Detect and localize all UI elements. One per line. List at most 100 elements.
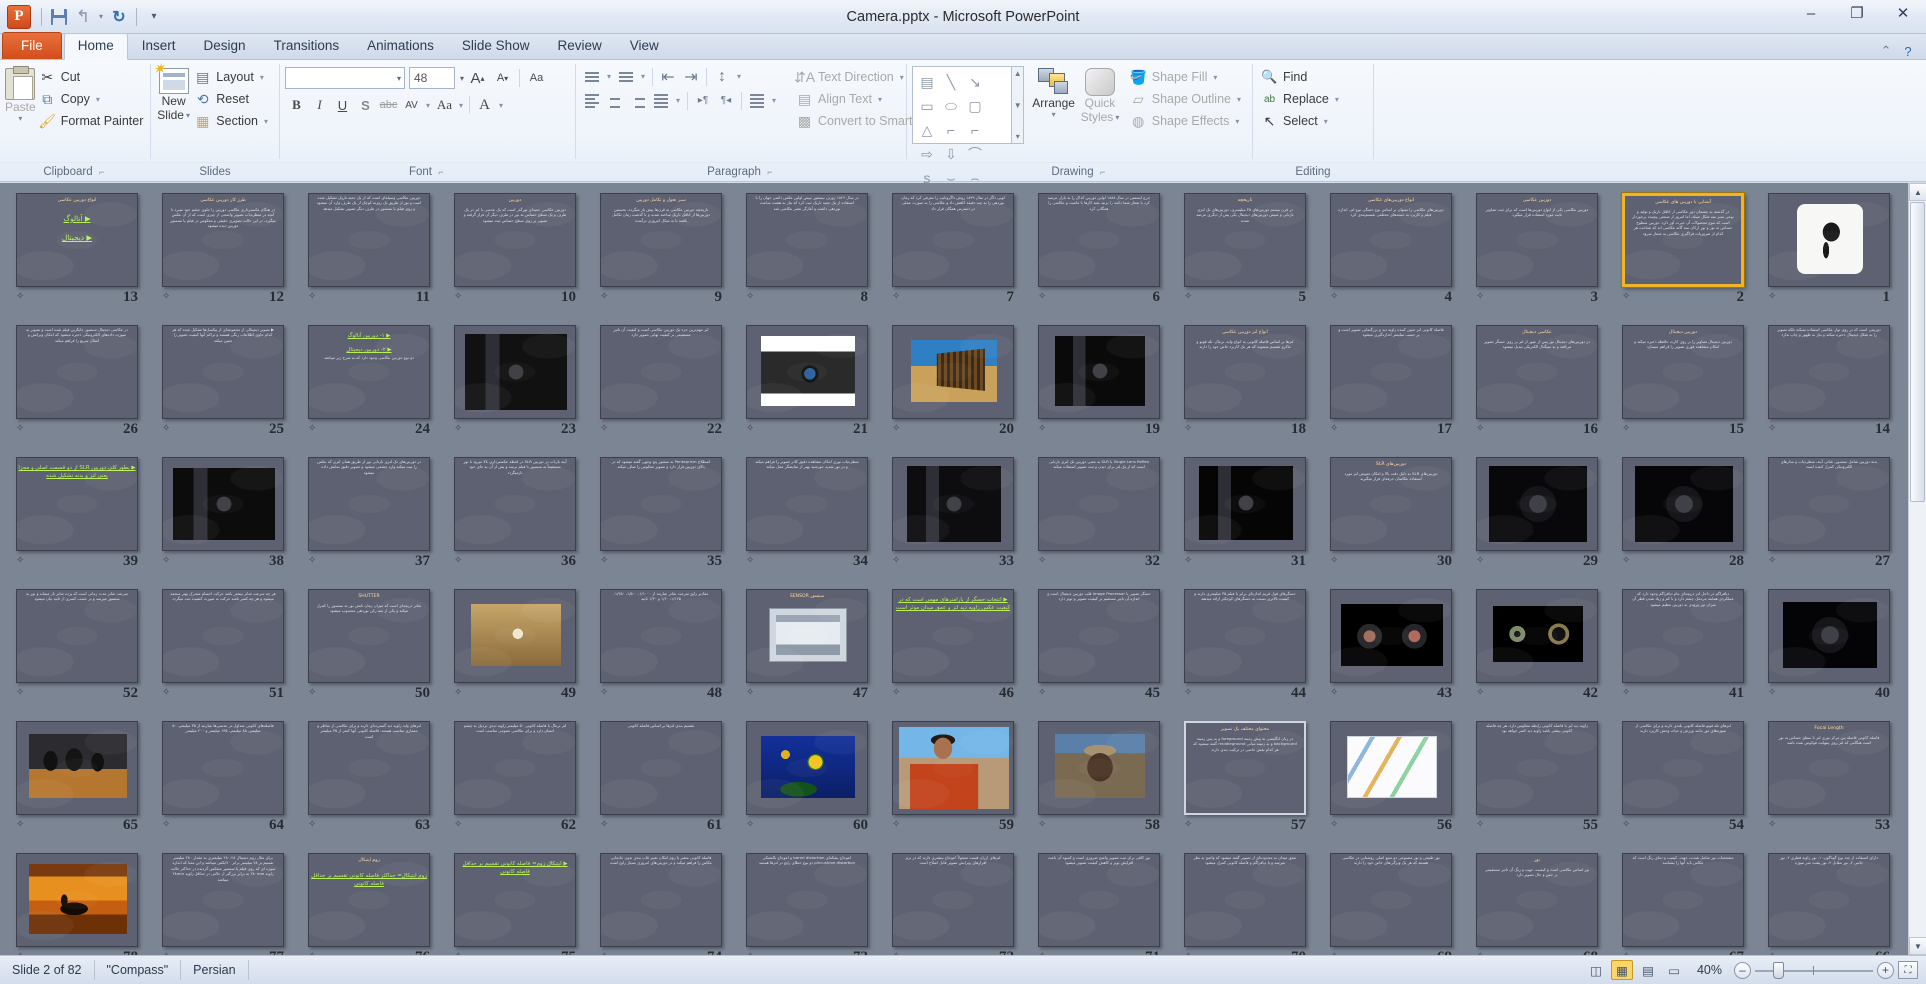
- reading-view-button[interactable]: ▤: [1637, 960, 1659, 980]
- slide-thumbnail-62[interactable]: لنز نرمال با فاصله کانونی ۵۰ میلیمتر زاو…: [442, 717, 588, 849]
- animation-icon[interactable]: ✧: [1330, 423, 1342, 435]
- animation-icon[interactable]: ✧: [16, 291, 28, 303]
- slide-preview[interactable]: [1768, 193, 1890, 287]
- slide-preview[interactable]: دوربین‌های SLR دوربین‌های SLR به دلیل دقت…: [1330, 457, 1452, 551]
- slide-preview[interactable]: دیافراگم در داخل لنز دریچه‌ای بنام دیافر…: [1622, 589, 1744, 683]
- slide-thumbnail-29[interactable]: ✧ 29: [1464, 453, 1610, 585]
- reset-button[interactable]: ⟲ Reset: [191, 88, 274, 110]
- animation-icon[interactable]: ✧: [1768, 423, 1780, 435]
- slide-preview[interactable]: [892, 721, 1014, 815]
- slide-thumbnail-34[interactable]: منظره‌یاب نوری امکان مشاهده دقیق کادر تص…: [734, 453, 880, 585]
- slide-preview[interactable]: حسگر تصویر یا Image Processor قلب دوربین…: [1038, 589, 1160, 683]
- slide-preview[interactable]: عمق میدان به محدوده‌ای از تصویر گفته میش…: [1184, 853, 1306, 947]
- animation-icon[interactable]: ✧: [1768, 819, 1780, 831]
- columns-button[interactable]: [746, 90, 768, 111]
- thumbnail-box[interactable]: جرج ایستمن در سال ۱۸۸۸ اولین دوربین کداک…: [1038, 193, 1160, 287]
- slide-sorter-view-button[interactable]: ▦: [1610, 960, 1633, 980]
- thumbnail-box[interactable]: عکاسی دیجیتال در دوربین‌های دیجیتال نور پ…: [1476, 325, 1598, 419]
- animation-icon[interactable]: ✧: [1038, 687, 1050, 699]
- slide-thumbnail-9[interactable]: سیر تحول و تکامل دوربین تاریخچه دوربین عک…: [588, 189, 734, 321]
- slide-thumbnail-76[interactable]: زوم اپتیکال زوم اپتیکال= حداکثر فاصله کان…: [296, 849, 442, 955]
- slide-preview[interactable]: عکاسی دیجیتال در دوربین‌های دیجیتال نور پ…: [1476, 325, 1598, 419]
- animation-icon[interactable]: ✧: [308, 291, 320, 303]
- zoom-level-label[interactable]: 40%: [1689, 963, 1730, 977]
- animation-icon[interactable]: ✧: [1622, 819, 1634, 831]
- animation-icon[interactable]: ✧: [162, 423, 174, 435]
- thumbnail-box[interactable]: حسگرهای فول فریم اندازه‌ای برابر با فیلم…: [1184, 589, 1306, 683]
- slide-preview[interactable]: طرز کار دوربین عکاسی در هنگام عکسبرداری ع…: [162, 193, 284, 287]
- section-button[interactable]: ▦ Section ▾: [191, 110, 274, 132]
- change-case-caret-icon[interactable]: ▾: [456, 101, 466, 110]
- slide-preview[interactable]: فاصله کانونی متغیر یا زوم امکان تغییر قا…: [600, 853, 722, 947]
- slide-preview[interactable]: لنزهای ارزان قیمت معمولاً اعوجاج بیشتری …: [892, 853, 1014, 947]
- numbering-caret-icon[interactable]: ▾: [638, 72, 648, 81]
- slide-thumbnail-50[interactable]: SHUTTER شاتر دریچه‌ای است که میزان زمان ت…: [296, 585, 442, 717]
- change-case-button[interactable]: Aa: [433, 94, 456, 116]
- thumbnail-box[interactable]: تقسیم بندی لنزها بر اساس فاصله کانونی: [600, 721, 722, 815]
- slide-thumbnail-52[interactable]: سرعت شاتر مدت زمانی است که پرده شاتر باز…: [4, 585, 150, 717]
- slide-preview[interactable]: نور نور اساس عکاسی است و کیفیت، جهت و رنگ…: [1476, 853, 1598, 947]
- thumbnail-box[interactable]: [162, 457, 284, 551]
- rtl-direction-button[interactable]: ¶◂: [715, 90, 737, 111]
- thumbnail-box[interactable]: حسگر تصویر یا Image Processor قلب دوربین…: [1038, 589, 1160, 683]
- animation-icon[interactable]: ✧: [454, 819, 466, 831]
- powerpoint-logo-icon[interactable]: P: [7, 4, 31, 29]
- grow-font-button[interactable]: A ▴: [466, 67, 489, 89]
- thumbnail-box[interactable]: دوربین دیجیتال دوربین دیجیتال تصاویر را ب…: [1622, 325, 1744, 419]
- slide-preview[interactable]: در دوربین‌های تک لنزی بازتابی نور از طری…: [308, 457, 430, 551]
- slide-thumbnail-63[interactable]: لنزهای واید زاویه دید گسترده‌ای دارند و …: [296, 717, 442, 849]
- slide-thumbnail-26[interactable]: در عکاسی دیجیتال سنسور جایگزین فیلم شده …: [4, 321, 150, 453]
- tab-insert[interactable]: Insert: [128, 33, 190, 59]
- thumbnail-box[interactable]: اصطلاح Pentaprism به منشور پنج وجهی گفته…: [600, 457, 722, 551]
- thumbnail-box[interactable]: آینه بازتاب در دوربین SLR در لحظه عکسبرد…: [454, 457, 576, 551]
- thumbnail-box[interactable]: SHUTTER شاتر دریچه‌ای است که میزان زمان ت…: [308, 589, 430, 683]
- slide-preview[interactable]: [454, 589, 576, 683]
- gallery-scroll-up-icon[interactable]: ▲: [1014, 69, 1022, 78]
- slide-thumbnail-32[interactable]: Single Lens Reflex یا SLR به معنی دوربین…: [1026, 453, 1172, 585]
- slide-thumbnail-68[interactable]: نور نور اساس عکاسی است و کیفیت، جهت و رنگ…: [1464, 849, 1610, 955]
- animation-icon[interactable]: ✧: [600, 819, 612, 831]
- slide-thumbnail-22[interactable]: لنز مهم‌ترین جزء یک دوربین عکاسی است و ک…: [588, 321, 734, 453]
- language-indicator[interactable]: Persian: [181, 960, 249, 980]
- thumbnail-box[interactable]: انواع لنز دوربین عکاسی لنزها بر اساس فاصل…: [1184, 325, 1306, 419]
- slide-preview[interactable]: هر چه سرعت شاتر بیشتر باشد حرکت اجسام مت…: [162, 589, 284, 683]
- layout-caret-icon[interactable]: ▾: [260, 73, 264, 82]
- line-spacing-caret-icon[interactable]: ▾: [734, 72, 744, 81]
- copy-button[interactable]: ⧉ Copy ▾: [36, 88, 150, 110]
- slide-preview[interactable]: SHUTTER شاتر دریچه‌ای است که میزان زمان ت…: [308, 589, 430, 683]
- slide-preview[interactable]: ▶ تصویر دیجیتالی از مجموعه‌ای از پیکسل‌ه…: [162, 325, 284, 419]
- slide-preview[interactable]: سنسور SENSOR: [746, 589, 868, 683]
- thumbnail-box[interactable]: ▶ تصویر دیجیتالی از مجموعه‌ای از پیکسل‌ه…: [162, 325, 284, 419]
- thumbnail-box[interactable]: مشخصات نور شامل شدت، جهت، کیفیت و دمای ر…: [1622, 853, 1744, 947]
- thumbnail-box[interactable]: [746, 325, 868, 419]
- scroll-up-button[interactable]: ▲: [1909, 183, 1926, 201]
- thumbnail-box[interactable]: Single Lens Reflex یا SLR به معنی دوربین…: [1038, 457, 1160, 551]
- numbering-button[interactable]: [615, 66, 637, 87]
- animation-icon[interactable]: ✧: [16, 423, 28, 435]
- fit-to-window-button[interactable]: ⛶: [1898, 961, 1918, 979]
- thumbnail-box[interactable]: لنز مهم‌ترین جزء یک دوربین عکاسی است و ک…: [600, 325, 722, 419]
- animation-icon[interactable]: ✧: [1476, 555, 1488, 567]
- shape-line-icon[interactable]: ╲: [939, 70, 963, 94]
- slide-thumbnail-40[interactable]: ✧ 40: [1756, 585, 1902, 717]
- format-painter-button[interactable]: 🖌 Format Painter: [36, 110, 150, 132]
- animation-icon[interactable]: ✧: [1622, 423, 1634, 435]
- animation-icon[interactable]: ✧: [1622, 555, 1634, 567]
- arrange-button[interactable]: Arrange ▾: [1030, 64, 1077, 162]
- thumbnail-box[interactable]: فاصله‌های کانونی متداول در عدسی‌ها عبارت…: [162, 721, 284, 815]
- slide-thumbnail-10[interactable]: دوربین دوربین عکاسی جعبه‌ای نورگذر است که…: [442, 189, 588, 321]
- shape-rectangle-icon[interactable]: ▭: [915, 94, 939, 118]
- font-dialog-launcher-icon[interactable]: ⌐: [436, 167, 446, 177]
- font-name-caret-icon[interactable]: ▾: [394, 74, 401, 83]
- animation-icon[interactable]: ✧: [1476, 423, 1488, 435]
- clear-formatting-button[interactable]: Aa: [525, 67, 548, 89]
- shape-rounded-rect-icon[interactable]: ▢: [963, 94, 987, 118]
- slide-thumbnail-64[interactable]: فاصله‌های کانونی متداول در عدسی‌ها عبارت…: [150, 717, 296, 849]
- slide-preview[interactable]: منظره‌یاب نوری امکان مشاهده دقیق کادر تص…: [746, 457, 868, 551]
- redo-icon[interactable]: ↻: [108, 6, 130, 28]
- animation-icon[interactable]: ✧: [1476, 819, 1488, 831]
- thumbnail-box[interactable]: [892, 721, 1014, 815]
- normal-view-button[interactable]: ◫: [1585, 960, 1607, 980]
- thumbnail-box[interactable]: محتوای مختلف یک تصویر در زبان انگلیسی به …: [1184, 721, 1306, 815]
- italic-button[interactable]: I: [308, 94, 331, 116]
